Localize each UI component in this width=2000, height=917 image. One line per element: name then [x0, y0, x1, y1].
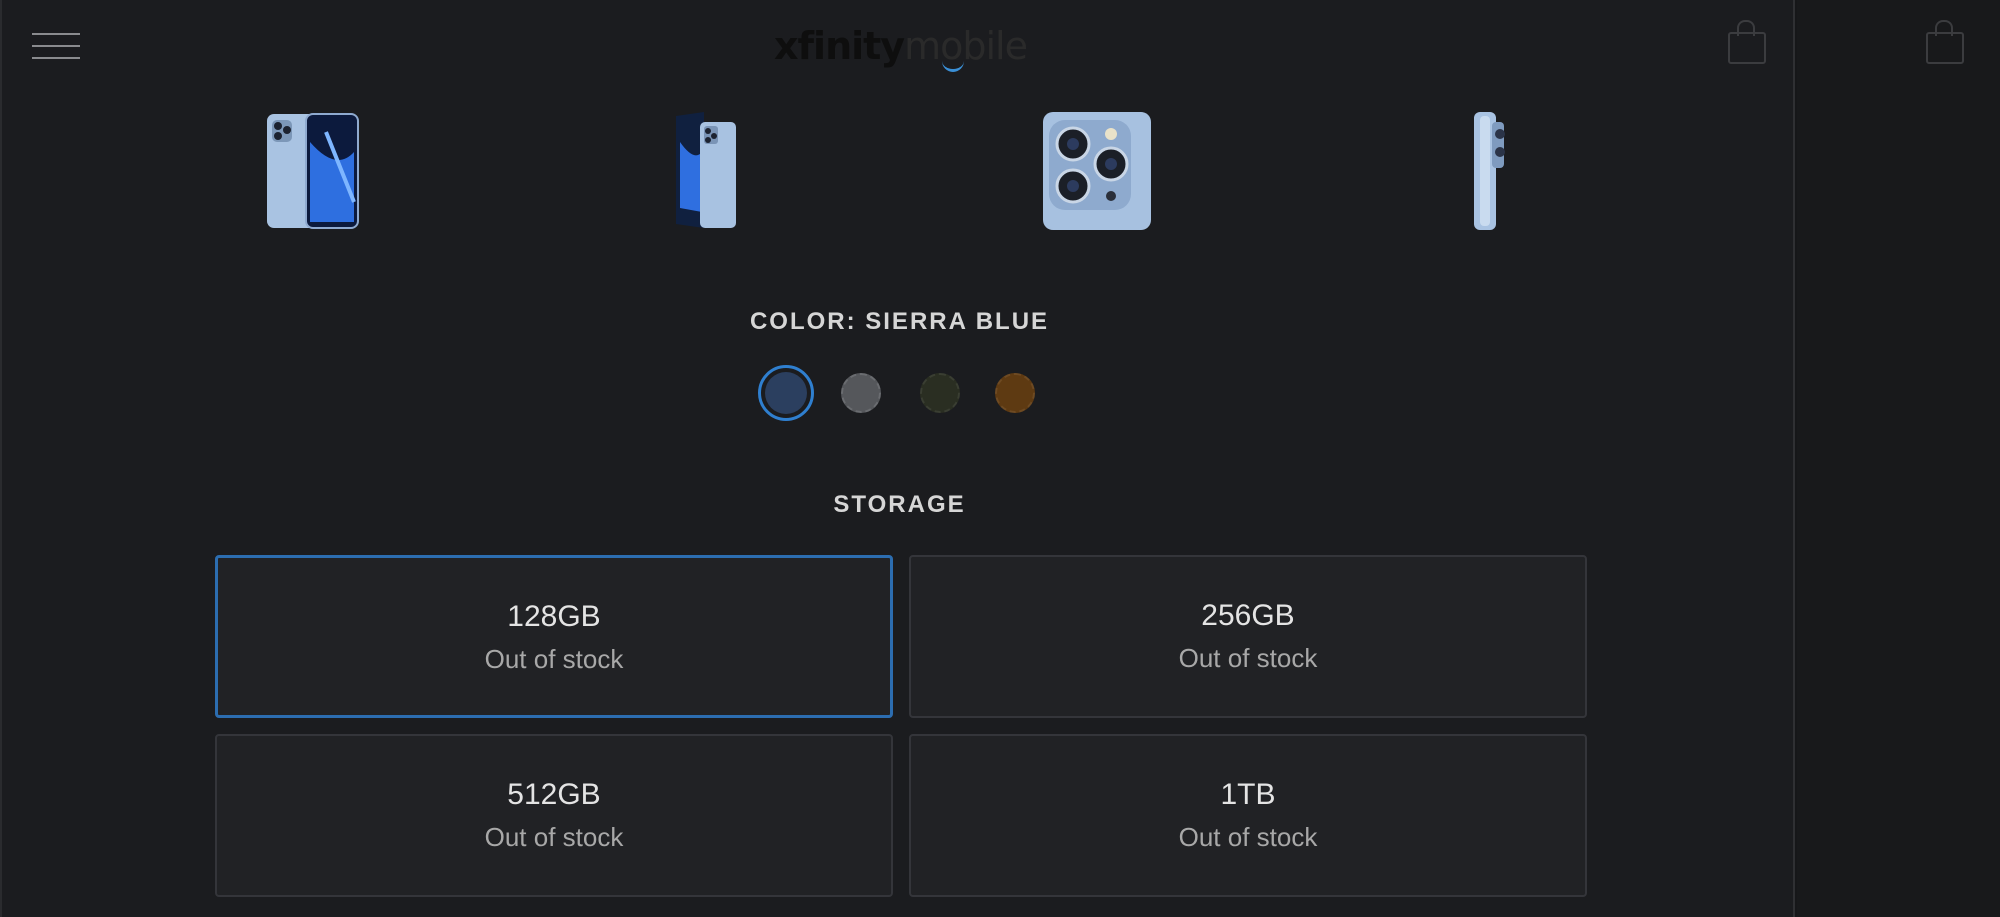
- xfinity-mobile-logo[interactable]: xfinitymobile: [774, 18, 1030, 74]
- shopping-bag-icon[interactable]: [1726, 20, 1766, 64]
- storage-option-256gb[interactable]: 256GB Out of stock: [909, 555, 1587, 718]
- side-panel: [1797, 0, 2000, 917]
- storage-stock-status: Out of stock: [1178, 822, 1318, 852]
- storage-stock-status: Out of stock: [484, 644, 624, 674]
- logo-brand: xfinity: [774, 24, 905, 68]
- storage-size: 512GB: [507, 778, 601, 811]
- storage-label: STORAGE: [833, 491, 966, 518]
- product-page: xfinitymobile COLOR: SIERRA BLUE STORAGE…: [0, 0, 1795, 917]
- storage-option-1tb[interactable]: 1TB Out of stock: [909, 734, 1587, 897]
- color-label: COLOR: SIERRA BLUE: [749, 308, 1050, 335]
- hamburger-menu-icon[interactable]: [32, 33, 80, 61]
- thumbnail-side-view[interactable]: [1472, 112, 1508, 230]
- storage-stock-status: Out of stock: [1178, 643, 1318, 673]
- storage-size: 256GB: [1201, 599, 1295, 632]
- logo-sub: mobile: [904, 24, 1028, 68]
- phone-front-back-image: [267, 113, 359, 229]
- thumbnail-front-back-view[interactable]: [266, 112, 360, 230]
- phone-angled-image: [676, 112, 736, 228]
- storage-option-128gb[interactable]: 128GB Out of stock: [215, 555, 893, 718]
- logo-arc: [942, 58, 964, 72]
- storage-stock-status: Out of stock: [484, 822, 624, 852]
- swatch-gold[interactable]: [995, 373, 1035, 413]
- shopping-bag-icon[interactable]: [1924, 20, 1964, 64]
- swatch-graphite[interactable]: [841, 373, 881, 413]
- swatch-sierra-blue[interactable]: [758, 365, 814, 421]
- phone-camera-image: [1043, 112, 1151, 230]
- storage-size: 128GB: [507, 600, 601, 633]
- thumbnail-angled-view[interactable]: [674, 112, 738, 230]
- storage-option-512gb[interactable]: 512GB Out of stock: [215, 734, 893, 897]
- phone-side-image: [1474, 112, 1505, 230]
- swatch-alpine-green[interactable]: [920, 373, 960, 413]
- storage-size: 1TB: [1220, 778, 1276, 811]
- thumbnail-camera-closeup[interactable]: [1043, 112, 1151, 230]
